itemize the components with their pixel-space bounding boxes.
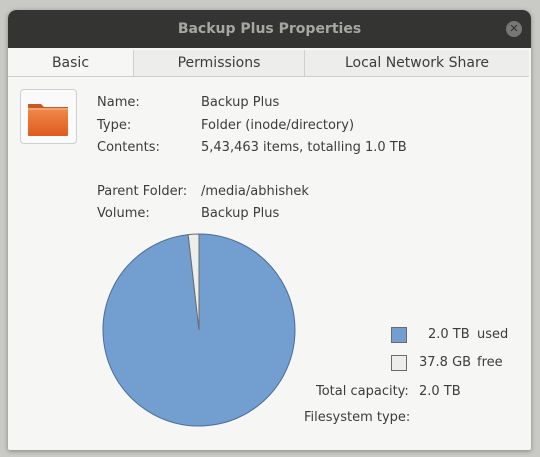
free-size-value: 37.8 GB bbox=[419, 355, 472, 370]
used-label: used bbox=[477, 327, 509, 342]
contents-label: Contents: bbox=[97, 140, 160, 155]
used-size-value: 2.0 TB bbox=[428, 327, 470, 342]
type-label: Type: bbox=[97, 118, 132, 133]
close-icon[interactable]: ✕ bbox=[506, 21, 522, 37]
contents-value: 5,43,463 items, totalling 1.0 TB bbox=[201, 140, 407, 155]
free-label: free bbox=[477, 355, 503, 370]
tab-local-network-share[interactable]: Local Network Share bbox=[305, 50, 529, 76]
window-title: Backup Plus Properties bbox=[177, 21, 362, 37]
tab-permissions[interactable]: Permissions bbox=[134, 50, 305, 76]
name-label: Name: bbox=[97, 95, 140, 110]
tab-basic[interactable]: Basic bbox=[8, 50, 134, 76]
free-color-swatch bbox=[391, 355, 407, 371]
tab-bar: Basic Permissions Local Network Share bbox=[8, 50, 529, 77]
volume-label: Volume: bbox=[97, 206, 150, 221]
folder-icon bbox=[28, 104, 68, 136]
folder-icon-button[interactable] bbox=[20, 89, 77, 144]
type-value: Folder (inode/directory) bbox=[201, 118, 355, 133]
title-bar[interactable]: Backup Plus Properties ✕ bbox=[8, 10, 531, 48]
name-value: Backup Plus bbox=[201, 95, 280, 110]
usage-pie-chart bbox=[102, 233, 296, 427]
parent-folder-label: Parent Folder: bbox=[97, 184, 188, 199]
total-capacity-value: 2.0 TB bbox=[419, 384, 461, 399]
used-color-swatch bbox=[391, 327, 407, 343]
filesystem-type-label: Filesystem type: bbox=[304, 410, 411, 425]
total-capacity-label: Total capacity: bbox=[316, 384, 409, 399]
volume-value: Backup Plus bbox=[201, 206, 280, 221]
parent-folder-value[interactable]: /media/abhishek bbox=[201, 184, 309, 199]
properties-window: Backup Plus Properties ✕ Basic Permissio… bbox=[8, 10, 531, 450]
